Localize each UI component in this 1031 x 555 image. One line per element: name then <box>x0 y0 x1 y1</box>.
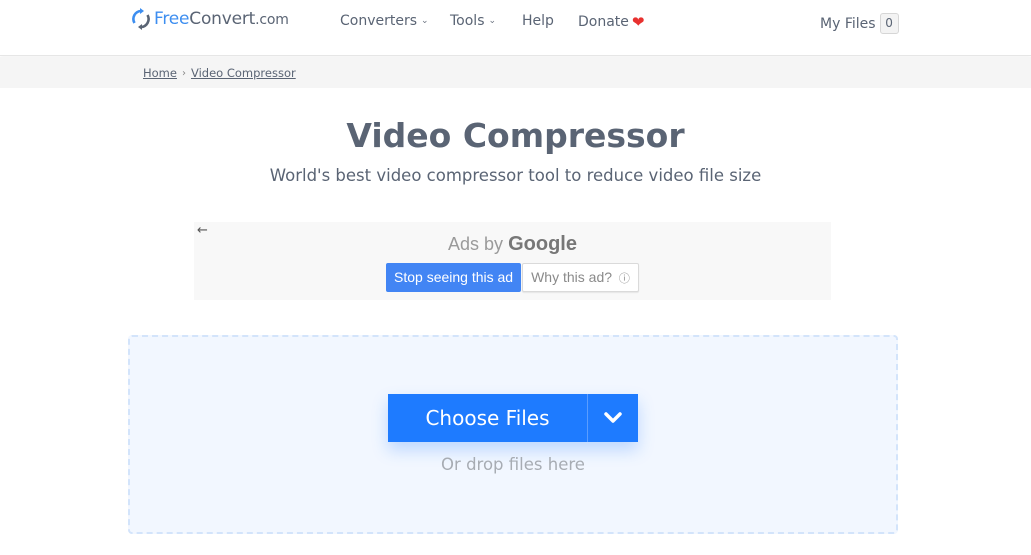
nav-converters[interactable]: Converters ⌄ <box>340 13 429 29</box>
my-files-button[interactable]: My Files 0 <box>820 13 899 34</box>
refresh-logo-icon <box>132 8 150 30</box>
nav-help[interactable]: Help <box>522 13 554 29</box>
nav-help-label: Help <box>522 13 554 29</box>
page-subtitle: World's best video compressor tool to re… <box>269 166 762 185</box>
site-header: FreeConvert.com Converters ⌄ Tools ⌄ Hel… <box>0 0 1031 56</box>
nav-converters-label: Converters <box>340 13 418 29</box>
nav-tools-label: Tools <box>450 13 485 29</box>
ad-buttons: Stop seeing this ad Why this ad? ⓘ <box>386 263 639 292</box>
chevron-down-icon <box>604 412 622 423</box>
my-files-count-badge: 0 <box>879 13 899 34</box>
drop-files-hint: Or drop files here <box>441 455 585 474</box>
chevron-right-icon: › <box>181 67 186 79</box>
page-title: Video Compressor <box>346 116 685 155</box>
breadcrumb-current-link[interactable]: Video Compressor <box>191 66 296 80</box>
logo[interactable]: FreeConvert.com <box>131 8 289 30</box>
nav-tools[interactable]: Tools ⌄ <box>450 13 496 29</box>
stop-seeing-ad-button[interactable]: Stop seeing this ad <box>386 263 522 292</box>
breadcrumb-home-link[interactable]: Home <box>143 66 177 80</box>
info-icon: ⓘ <box>618 273 630 285</box>
ad-container: ← Ads by Google Stop seeing this ad Why … <box>194 222 831 300</box>
upload-source-dropdown-button[interactable] <box>588 394 638 442</box>
breadcrumb-bar: Home › Video Compressor <box>0 57 1031 88</box>
why-this-ad-label: Why this ad? <box>531 269 613 285</box>
nav-donate[interactable]: Donate ❤ <box>578 13 644 31</box>
chevron-down-icon: ⌄ <box>488 16 497 26</box>
ads-by-google: Ads by Google <box>194 233 831 256</box>
heart-icon: ❤ <box>631 13 645 31</box>
google-brand: Google <box>508 233 577 255</box>
why-this-ad-button[interactable]: Why this ad? ⓘ <box>522 263 639 292</box>
chevron-down-icon: ⌄ <box>421 16 429 26</box>
choose-files-button-group: Choose Files <box>388 394 638 442</box>
choose-files-button[interactable]: Choose Files <box>388 394 588 442</box>
my-files-label: My Files <box>820 15 876 32</box>
breadcrumb: Home › Video Compressor <box>143 66 296 80</box>
ads-by-label: Ads by <box>448 234 504 254</box>
logo-com: .com <box>255 12 289 28</box>
logo-free: Free <box>154 9 190 29</box>
logo-text: FreeConvert.com <box>154 9 289 29</box>
nav-donate-label: Donate <box>578 14 629 30</box>
logo-convert: Convert <box>189 9 256 29</box>
